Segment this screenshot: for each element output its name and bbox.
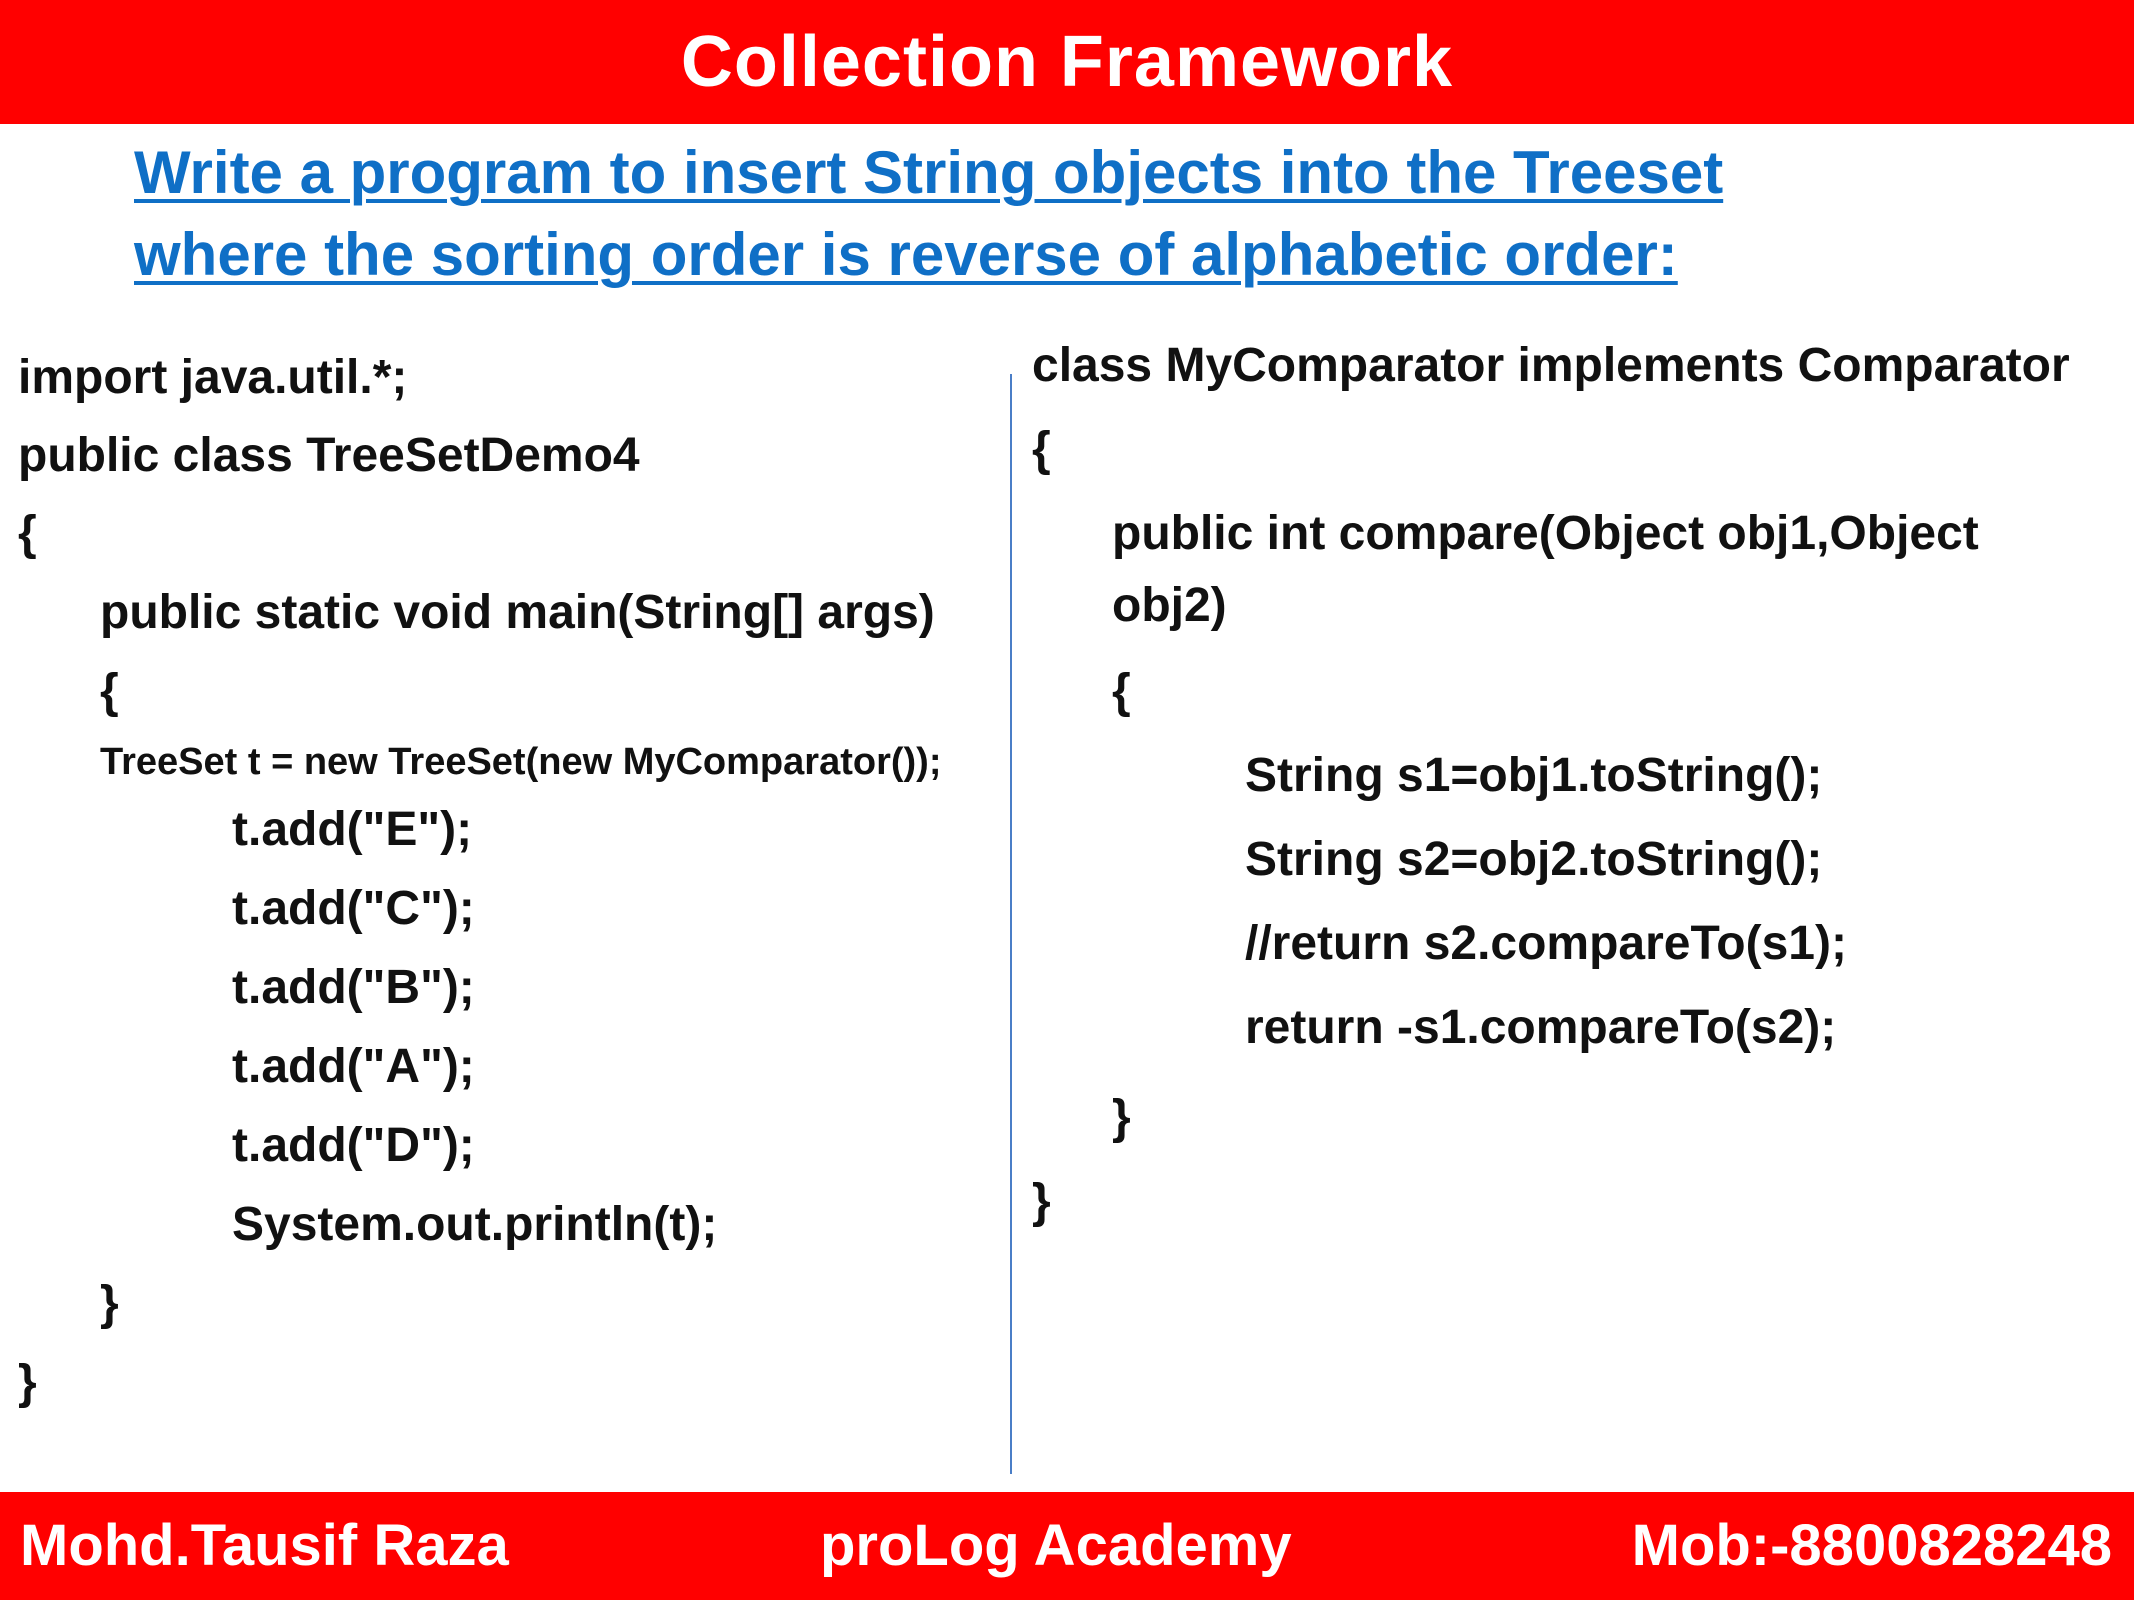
question-text: Write a program to insert String objects… (134, 132, 2034, 296)
column-divider (1010, 374, 1012, 1474)
right-code-line: obj2) (1112, 579, 1227, 632)
left-code-line: import java.util.*; (18, 351, 408, 404)
footer-banner: Mohd.Tausif Raza proLog Academy Mob:-880… (0, 1492, 2134, 1600)
right-code-line: } (1112, 1091, 1131, 1144)
left-code-line: t.add("B"); (232, 961, 475, 1014)
header-banner: Collection Framework (0, 0, 2134, 124)
right-code-line: } (1032, 1175, 1051, 1228)
left-code-line: t.add("D"); (232, 1119, 475, 1172)
left-code-line: { (100, 665, 119, 718)
left-code-line: t.add("E"); (232, 803, 473, 856)
left-code-line: t.add("C"); (232, 882, 475, 935)
footer-author: Mohd.Tausif Raza (20, 1513, 509, 1578)
right-code-line: { (1032, 423, 1051, 476)
footer-academy: proLog Academy (820, 1513, 1292, 1578)
right-code-line: { (1112, 665, 1131, 718)
left-code-line: TreeSet t = new TreeSet(new MyComparator… (100, 741, 942, 783)
right-code-line: public int compare(Object obj1,Object (1112, 507, 1979, 560)
left-code-line: { (18, 507, 37, 560)
question-line-1: Write a program to insert String objects… (134, 139, 1724, 206)
question-line-2: where the sorting order is reverse of al… (134, 221, 1678, 288)
right-code-line: class MyComparator implements Comparator (1032, 339, 2070, 392)
footer-mobile: Mob:-8800828248 (1631, 1513, 2112, 1578)
left-code-line: t.add("A"); (232, 1040, 475, 1093)
left-code-line: public static void main(String[] args) (100, 586, 935, 639)
left-code-line: } (18, 1356, 37, 1409)
left-code-line: System.out.println(t); (232, 1198, 718, 1251)
left-code-line: } (100, 1277, 119, 1330)
right-code-line: String s1=obj1.toString(); (1245, 749, 1823, 802)
right-code-line: //return s2.compareTo(s1); (1245, 917, 1847, 970)
slide-title: Collection Framework (680, 22, 1454, 102)
left-code-line: public class TreeSetDemo4 (18, 429, 640, 482)
right-code-line: return -s1.compareTo(s2); (1245, 1001, 1837, 1054)
right-code-line: String s2=obj2.toString(); (1245, 833, 1823, 886)
